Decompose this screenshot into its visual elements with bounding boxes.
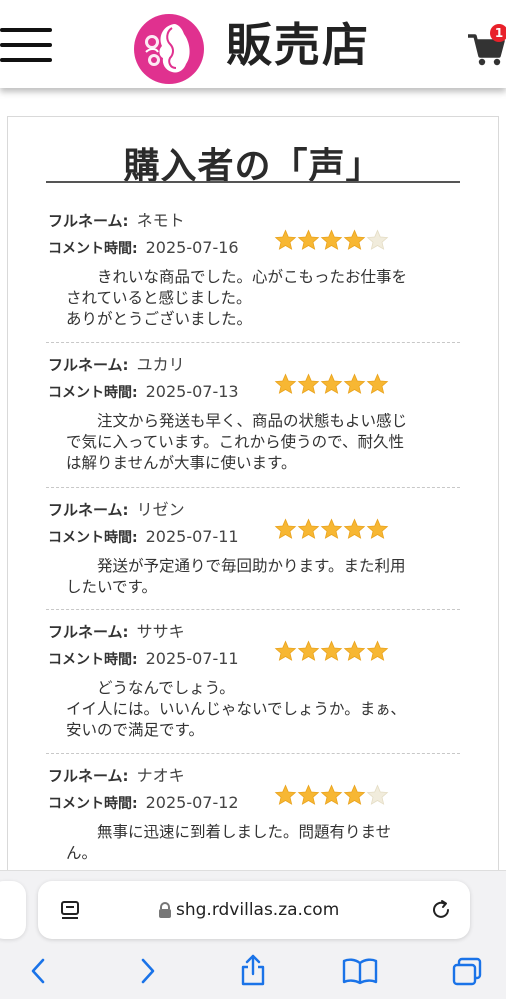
star-filled-icon — [274, 373, 297, 394]
star-filled-icon — [320, 373, 343, 394]
reviews-panel: 購入者の「声」 フルネーム: ネモト コメント時間: 2025-07-16 きれいな商… — [7, 116, 499, 886]
review-item: フルネーム: ネモトコメント時間: 2025-07-16 きれいな商品でした。心がこ… — [46, 199, 460, 343]
comment-text-line: ん。 — [66, 844, 98, 862]
comment-time-row: コメント時間: 2025-07-13 — [48, 382, 239, 402]
comment-text-line: 無事に迅速に到着しました。問題有りませ — [66, 823, 392, 841]
comment-date: 2025-07-11 — [145, 649, 239, 668]
browser-toolbar: shg.rdvillas.za.com — [0, 870, 506, 999]
comment-date: 2025-07-11 — [145, 527, 239, 546]
time-label: コメント時間: — [48, 241, 138, 257]
star-filled-icon — [320, 784, 343, 805]
comment-text-line: 発送が予定通りで毎回助かります。また利用 — [66, 557, 406, 575]
name-label: フルネーム: — [48, 212, 129, 230]
review-item: フルネーム: リゼンコメント時間: 2025-07-11 発送が予定通りで毎回助かり… — [46, 488, 460, 610]
star-filled-icon — [274, 518, 297, 539]
reviewer-name-row: フルネーム: ササキ — [48, 618, 185, 642]
star-filled-icon — [366, 640, 389, 661]
review-item: フルネーム: ナオキコメント時間: 2025-07-12 無事に迅速に到着しました。… — [46, 754, 460, 886]
star-filled-icon — [320, 518, 343, 539]
lock-icon — [159, 902, 171, 918]
comment-text-line: 安いので満足です。 — [66, 721, 204, 739]
previous-tab-peek[interactable] — [0, 881, 26, 939]
star-filled-icon — [343, 784, 366, 805]
time-label: コメント時間: — [48, 385, 138, 401]
brand-name[interactable]: 販売店 — [226, 22, 370, 68]
name-label: フルネーム: — [48, 356, 129, 374]
star-filled-icon — [343, 640, 366, 661]
star-rating — [274, 640, 389, 664]
bookmarks-icon[interactable] — [342, 957, 378, 985]
star-rating — [274, 373, 389, 397]
reviewer-name: ネモト — [136, 211, 185, 230]
reviewer-name-row: フルネーム: ユカリ — [48, 351, 185, 375]
share-icon[interactable] — [238, 953, 268, 987]
tabs-icon[interactable] — [451, 957, 483, 987]
comment-text-line: どうなんでしょう。 — [66, 679, 235, 697]
comment-text-line: したいです。 — [66, 578, 157, 596]
star-rating — [274, 784, 389, 808]
reviewer-name: ナオキ — [136, 766, 185, 785]
time-label: コメント時間: — [48, 652, 138, 668]
star-filled-icon — [366, 518, 389, 539]
star-filled-icon — [297, 373, 320, 394]
comment-time-row: コメント時間: 2025-07-12 — [48, 793, 239, 813]
star-filled-icon — [320, 640, 343, 661]
reviewer-name-row: フルネーム: リゼン — [48, 496, 185, 520]
name-label: フルネーム: — [48, 501, 129, 519]
address-bar[interactable]: shg.rdvillas.za.com — [38, 881, 470, 939]
review-item: フルネーム: ササキコメント時間: 2025-07-11 どうなんでしょう。イイ人に… — [46, 610, 460, 754]
comment-text-line: は解りませんが大事に使います。 — [66, 454, 297, 472]
comment-time-row: コメント時間: 2025-07-11 — [48, 527, 239, 547]
star-empty-icon — [366, 229, 389, 250]
name-label: フルネーム: — [48, 623, 129, 641]
reviewer-name: リゼン — [136, 500, 185, 519]
comment-text-line: されていると感じました。 — [66, 289, 252, 307]
comment-time-row: コメント時間: 2025-07-16 — [48, 238, 239, 258]
back-icon[interactable] — [28, 957, 48, 985]
comment-date: 2025-07-12 — [145, 793, 239, 812]
reload-icon[interactable] — [430, 899, 452, 921]
title-divider — [46, 181, 460, 183]
reviewer-name-row: フルネーム: ナオキ — [48, 762, 185, 786]
star-rating — [274, 518, 389, 542]
star-rating — [274, 229, 389, 253]
star-filled-icon — [297, 784, 320, 805]
star-filled-icon — [320, 229, 343, 250]
url-text[interactable]: shg.rdvillas.za.com — [176, 900, 339, 920]
comment-text-line: きれいな商品でした。心がこもったお仕事を — [66, 268, 408, 286]
reviewer-name-row: フルネーム: ネモト — [48, 207, 185, 231]
comment-text-line: 注文から発送も早く、商品の状態もよい感じ — [66, 412, 408, 430]
star-filled-icon — [274, 229, 297, 250]
time-label: コメント時間: — [48, 530, 138, 546]
review-item: フルネーム: ユカリコメント時間: 2025-07-13 注文から発送も早く、商品の… — [46, 343, 460, 488]
comment-text-line: イイ人には。いいんじゃないでしょうか。まぁ、 — [66, 700, 406, 718]
star-filled-icon — [297, 640, 320, 661]
star-filled-icon — [343, 373, 366, 394]
cart-count-badge: 1 — [490, 24, 506, 42]
forward-icon[interactable] — [138, 957, 158, 985]
comment-date: 2025-07-13 — [145, 382, 239, 401]
comment-date: 2025-07-16 — [145, 238, 239, 257]
site-header: 販売店 1 — [0, 0, 506, 88]
star-filled-icon — [274, 640, 297, 661]
star-filled-icon — [366, 373, 389, 394]
brand-logo[interactable] — [132, 12, 206, 86]
star-filled-icon — [297, 229, 320, 250]
star-filled-icon — [343, 518, 366, 539]
star-empty-icon — [366, 784, 389, 805]
comment-time-row: コメント時間: 2025-07-11 — [48, 649, 239, 669]
time-label: コメント時間: — [48, 796, 138, 812]
comment-text-line: で気に入っています。これから使うので、耐久性 — [66, 433, 405, 451]
star-filled-icon — [297, 518, 320, 539]
hamburger-menu-icon[interactable] — [0, 28, 52, 66]
star-filled-icon — [343, 229, 366, 250]
name-label: フルネーム: — [48, 767, 129, 785]
reviewer-name: ササキ — [136, 622, 185, 641]
comment-text-line: ありがとうございました。 — [66, 310, 253, 328]
page-menu-icon[interactable] — [60, 900, 80, 922]
star-filled-icon — [274, 784, 297, 805]
reviewer-name: ユカリ — [136, 355, 185, 374]
